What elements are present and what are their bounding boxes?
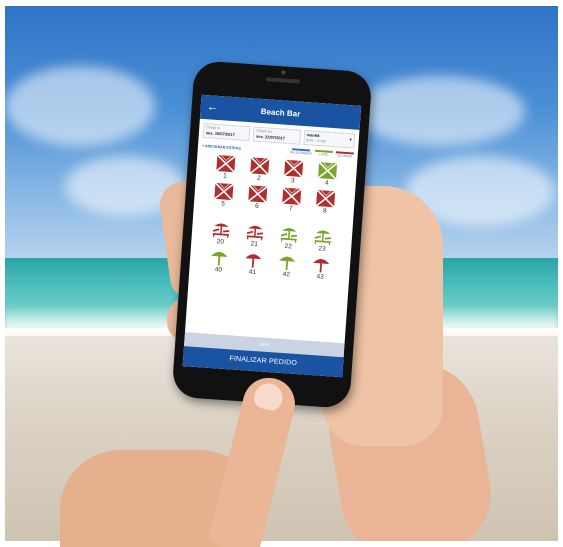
umbrella-icon: [279, 256, 296, 271]
tent-icon: [315, 189, 336, 208]
legend-item: SELECIONADO: [290, 148, 312, 156]
tent-number: 1: [222, 172, 228, 180]
period-select[interactable]: manhã 8:00 – 13:00 ▾: [302, 129, 356, 149]
legend-label: LIVRE: [319, 152, 329, 157]
sunbed-number: 21: [250, 240, 259, 249]
sunbed-spot[interactable]: 23: [305, 226, 341, 254]
tent-number: 7: [288, 205, 293, 213]
tent-icon: [283, 159, 304, 178]
tent-spot[interactable]: 4: [309, 161, 345, 189]
sunbed-icon: [246, 225, 264, 241]
app-screen: ← Beach Bar Check in sex. 15/07/2017 Che…: [182, 94, 362, 378]
legend-item: OCUPADO: [335, 151, 354, 159]
tent-spot: 2: [242, 156, 278, 184]
add-extras-link[interactable]: + ADICIONAR EXTRAS: [202, 143, 241, 150]
umbrella-icon: [211, 251, 228, 266]
umbrella-icon: [313, 259, 330, 273]
camera: [281, 70, 286, 75]
tent-icon: [281, 187, 302, 206]
tent-spot: 5: [206, 181, 242, 209]
sunbed-number: 20: [216, 238, 225, 246]
tent-icon: [247, 184, 268, 204]
fingernail: [251, 380, 286, 413]
tent-number: 6: [254, 202, 259, 210]
checkin-field[interactable]: Check in sex. 15/07/2017: [202, 122, 251, 142]
tent-icon: [249, 156, 270, 176]
umbrella-spot[interactable]: 42: [269, 252, 305, 280]
tent-icon: [213, 182, 234, 201]
sunbed-number: 23: [318, 245, 326, 253]
arrow-left-icon[interactable]: ←: [206, 99, 219, 114]
umbrella-spot: 41: [235, 250, 271, 278]
umbrella-number: 43: [316, 273, 324, 281]
tents-grid: 1 2 3 4 5 6 7 8: [194, 151, 358, 218]
legend-label: SELECIONADO: [289, 150, 312, 156]
tent-number: 3: [290, 177, 295, 185]
speaker: [265, 77, 300, 84]
chevron-down-icon: ▾: [349, 137, 352, 144]
legend-item: LIVRE: [314, 149, 333, 158]
sunbed-spot: 20: [203, 219, 239, 247]
tent-spot: 1: [208, 153, 244, 181]
checkout-field[interactable]: Check out sex. 22/07/2017: [252, 126, 301, 145]
umbrella-spot[interactable]: 40: [201, 247, 237, 275]
sunbed-icon: [280, 228, 298, 243]
tent-spot: 3: [276, 158, 312, 186]
sunbed-spot[interactable]: 22: [271, 224, 307, 252]
cloud: [355, 76, 525, 146]
sunbed-icon: [314, 230, 331, 246]
sunbed-icon: [212, 223, 230, 238]
sunbed-spot: 21: [237, 222, 273, 250]
umbrella-number: 42: [282, 270, 291, 279]
umbrella-number: 40: [214, 266, 223, 274]
page-title: Beach Bar: [260, 106, 301, 119]
legend-label: OCUPADO: [337, 153, 353, 159]
umbrella-icon: [245, 254, 262, 268]
umbrella-number: 41: [248, 268, 257, 276]
tent-spot: 6: [240, 184, 276, 212]
cloud: [5, 66, 155, 146]
tent-number: 8: [322, 207, 327, 215]
tent-spot: 8: [307, 188, 343, 216]
tent-spot: 7: [274, 186, 310, 214]
smartphone: ← Beach Bar Check in sex. 15/07/2017 Che…: [171, 60, 373, 409]
tent-icon: [215, 154, 236, 173]
tent-number: 4: [324, 179, 329, 187]
tent-number: 2: [256, 174, 261, 183]
tent-number: 5: [220, 200, 226, 208]
umbrella-spot: 43: [303, 254, 339, 282]
sunbed-number: 22: [284, 242, 293, 251]
tent-icon: [317, 161, 338, 180]
